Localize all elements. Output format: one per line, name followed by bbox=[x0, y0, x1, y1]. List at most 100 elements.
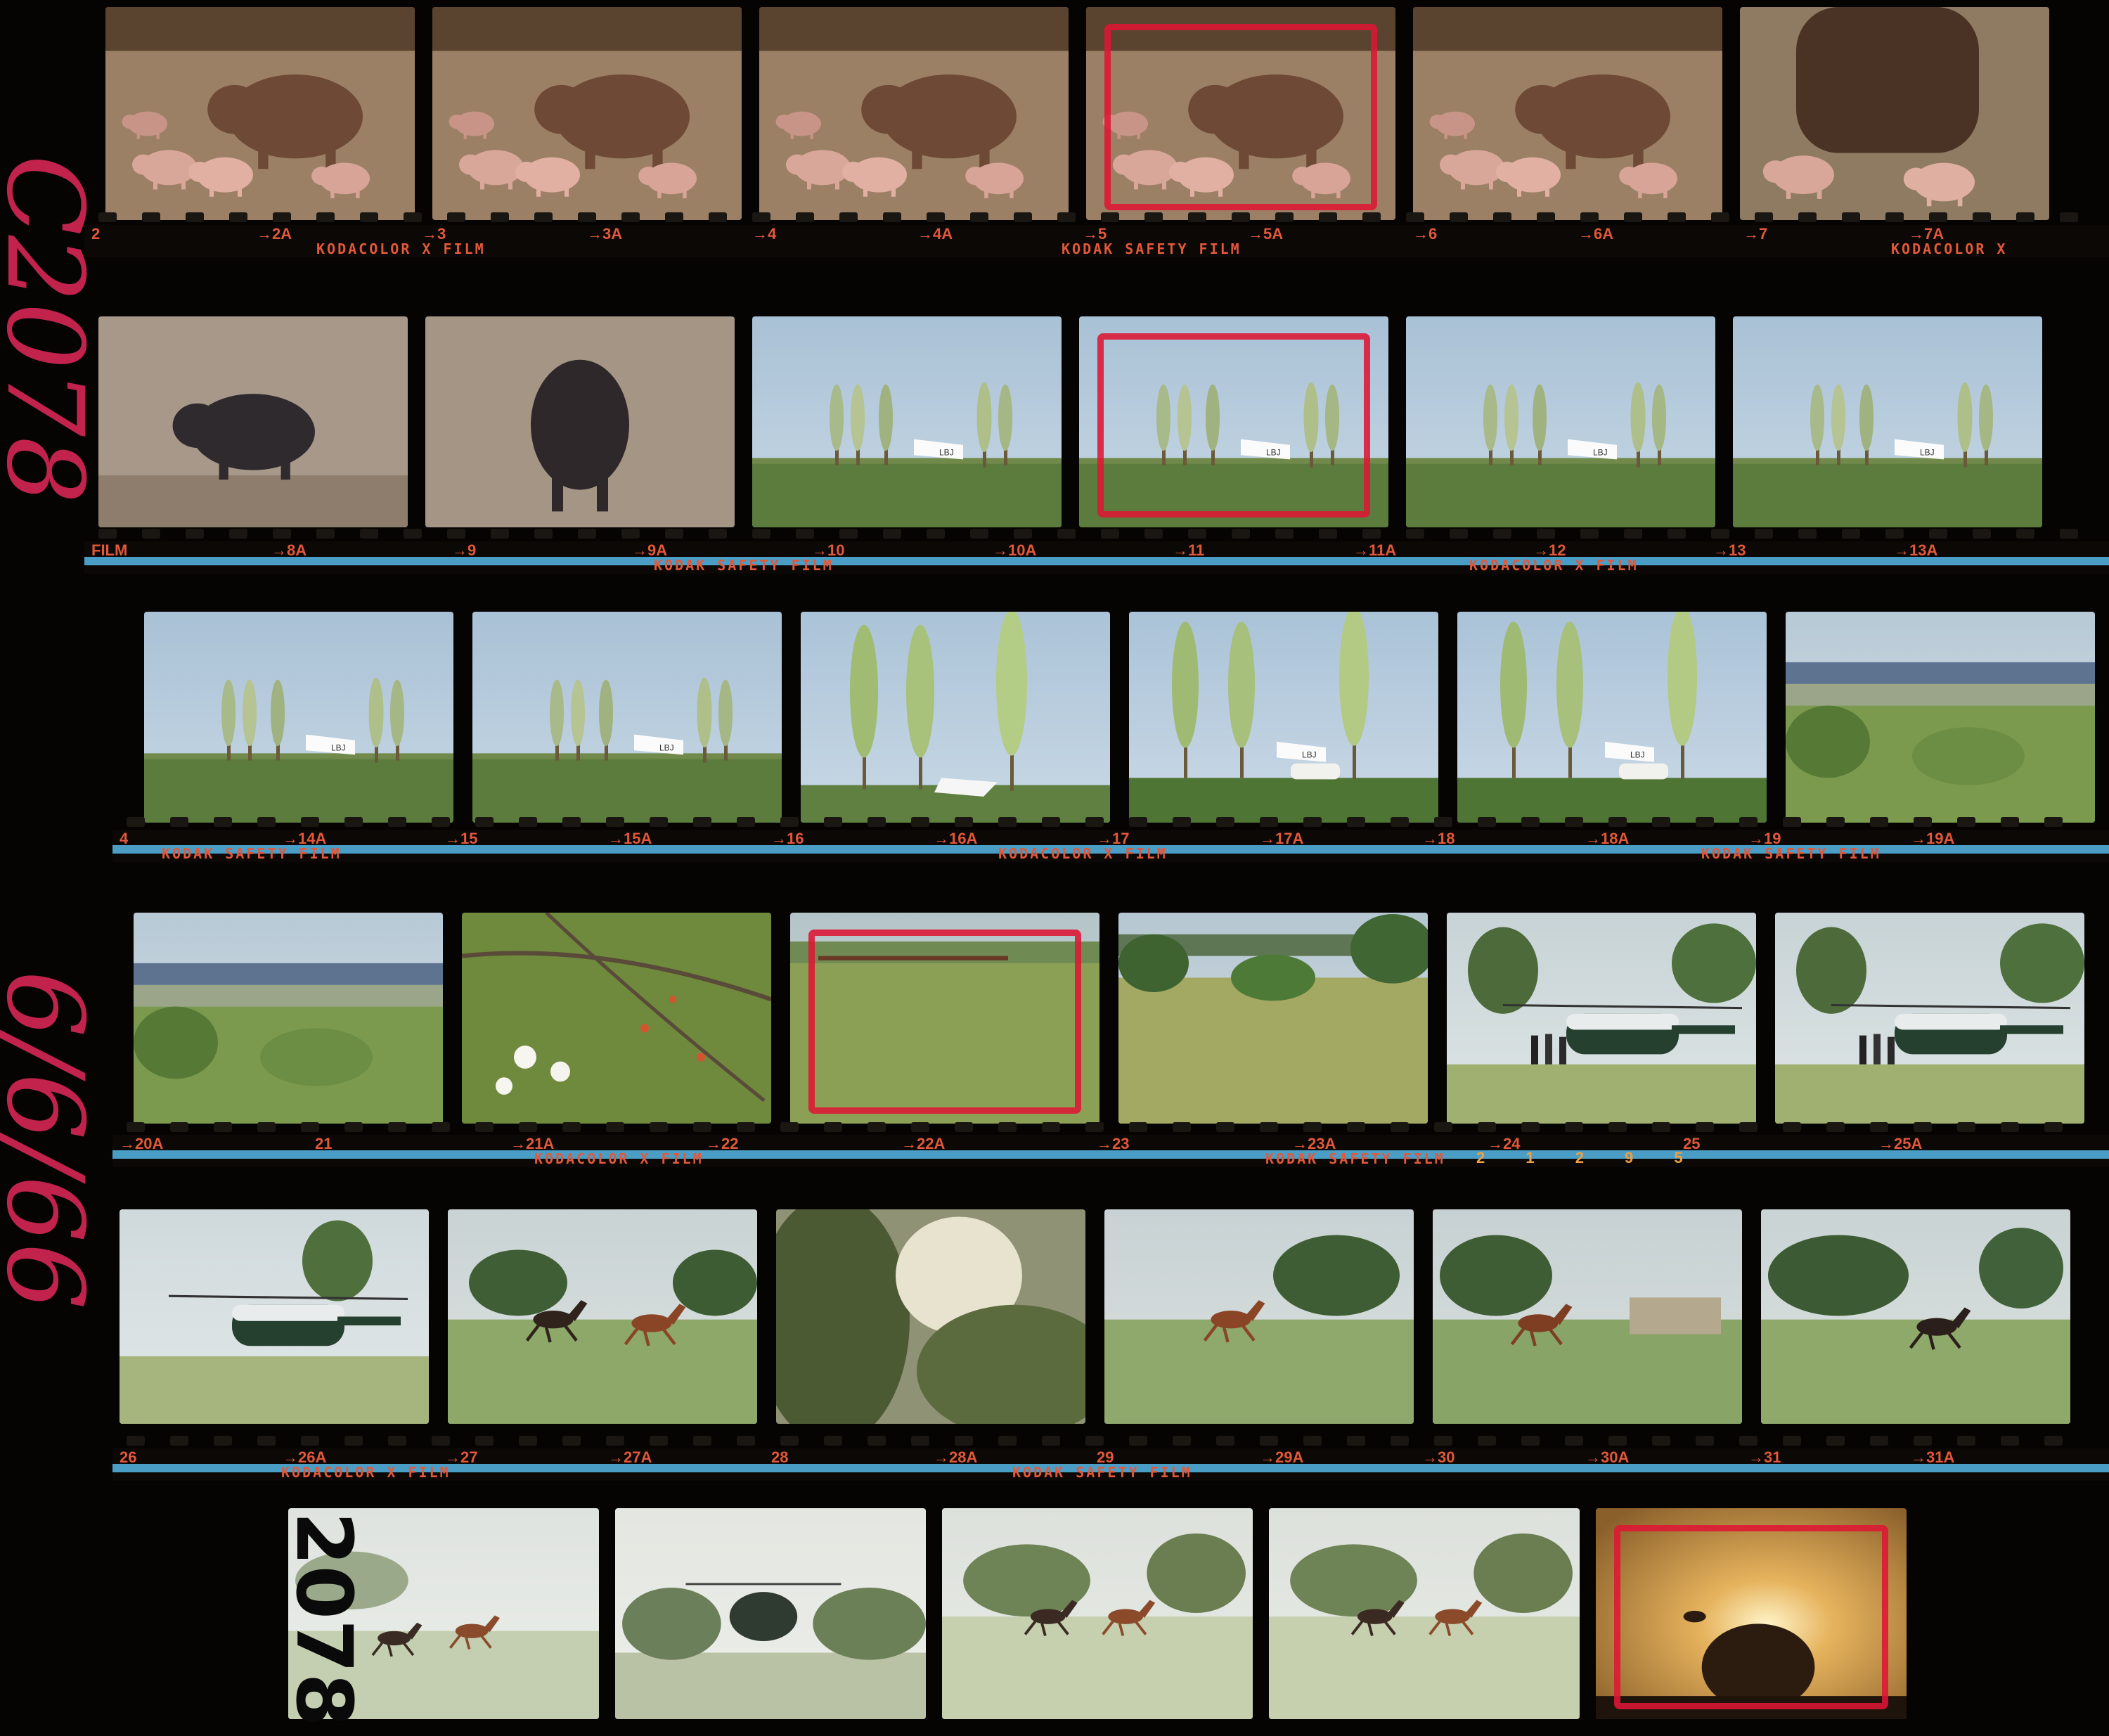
film-frame: LBJ bbox=[1406, 316, 1715, 527]
sprocket-hole bbox=[1755, 529, 1773, 539]
sprocket-hole bbox=[1885, 529, 1904, 539]
film-frame bbox=[1118, 913, 1428, 1124]
sprocket-hole bbox=[447, 212, 465, 222]
sprocket-hole bbox=[2016, 529, 2034, 539]
sprocket-hole bbox=[1260, 1122, 1278, 1132]
sprocket-hole bbox=[1842, 529, 1860, 539]
sprocket-hole bbox=[1668, 212, 1686, 222]
sprocket-hole bbox=[1303, 817, 1322, 827]
sprocket-hole bbox=[1870, 817, 1888, 827]
frame-image bbox=[776, 1209, 1085, 1424]
edge-frame-number: →22A bbox=[901, 1135, 946, 1152]
sprocket-hole bbox=[2001, 817, 2019, 827]
sprocket-hole bbox=[1798, 529, 1817, 539]
edge-film-label: KODAK SAFETY FILM bbox=[1701, 845, 1881, 862]
sprocket-hole bbox=[1042, 1122, 1060, 1132]
frame-image bbox=[1786, 612, 2095, 823]
sprocket-hole bbox=[1362, 212, 1381, 222]
sprocket-hole bbox=[301, 817, 319, 827]
sprocket-hole bbox=[316, 212, 335, 222]
frame-image bbox=[615, 1508, 926, 1719]
sprocket-hole bbox=[955, 817, 973, 827]
sprocket-hole bbox=[927, 529, 945, 539]
frame-image: LBJ bbox=[1457, 612, 1767, 823]
edge-frame-number: →18A bbox=[1585, 830, 1630, 847]
film-frame bbox=[942, 1508, 1253, 1719]
edge-frame-number: FILM bbox=[91, 541, 128, 559]
sprocket-hole bbox=[1085, 1436, 1104, 1446]
edge-frame-number: →15 bbox=[445, 830, 478, 847]
sprocket-hole bbox=[796, 529, 814, 539]
sprocket-hole bbox=[606, 817, 624, 827]
sprocket-hole bbox=[1739, 817, 1758, 827]
sprocket-hole bbox=[1406, 529, 1424, 539]
sprocket-hole bbox=[1624, 212, 1642, 222]
sprocket-hole bbox=[1608, 817, 1627, 827]
sprocket-hole bbox=[1260, 817, 1278, 827]
sprocket-hole bbox=[1057, 529, 1076, 539]
edge-film-label: KODAK SAFETY FILM bbox=[1012, 1464, 1192, 1481]
handwritten-date: 6/6/66 bbox=[0, 970, 105, 1310]
film-frame bbox=[105, 7, 415, 220]
sprocket-hole bbox=[360, 212, 378, 222]
sprocket-hole bbox=[1537, 212, 1555, 222]
frame-image bbox=[1740, 7, 2049, 220]
sprocket-hole bbox=[214, 1436, 232, 1446]
frame-image bbox=[120, 1209, 429, 1424]
sprocket-hole bbox=[578, 212, 596, 222]
sprocket-hole bbox=[1391, 817, 1409, 827]
film-frame: LBJ bbox=[1457, 612, 1767, 823]
sprocket-hole bbox=[1275, 212, 1294, 222]
edge-frame-number: 26 bbox=[120, 1448, 137, 1466]
sprocket-hole bbox=[1144, 529, 1163, 539]
sprocket-hole bbox=[709, 212, 727, 222]
sprocket-hole bbox=[998, 817, 1017, 827]
edge-film-label: KODAK SAFETY FILM bbox=[654, 557, 834, 574]
sprocket-hole bbox=[388, 1122, 406, 1132]
sprocket-hole bbox=[1391, 1122, 1409, 1132]
sprocket-hole bbox=[2044, 1436, 2063, 1446]
sprocket-hole bbox=[1188, 529, 1206, 539]
sprocket-hole bbox=[447, 529, 465, 539]
edge-frame-number: →20A bbox=[120, 1135, 164, 1152]
film-edge bbox=[84, 529, 2109, 574]
sprocket-hole bbox=[737, 1122, 755, 1132]
sprocket-hole bbox=[650, 1122, 668, 1132]
sprocket-hole bbox=[1188, 212, 1206, 222]
sprocket-hole bbox=[186, 212, 204, 222]
roll-number-stamp: 2078 bbox=[279, 1512, 369, 1728]
edge-frame-number: 21 bbox=[315, 1135, 333, 1152]
sprocket-hole bbox=[796, 212, 814, 222]
frame-image: LBJ bbox=[752, 316, 1062, 527]
sprocket-hole bbox=[1232, 212, 1250, 222]
edge-film-label: KODACOLOR X FILM bbox=[1469, 557, 1639, 574]
frame-image bbox=[1104, 1209, 1414, 1424]
sprocket-hole bbox=[1303, 1122, 1322, 1132]
sprocket-hole bbox=[562, 1122, 581, 1132]
sprocket-hole bbox=[998, 1122, 1017, 1132]
sprocket-hole bbox=[562, 1436, 581, 1446]
edge-frame-number: →30 bbox=[1422, 1448, 1455, 1466]
frame-image bbox=[425, 316, 735, 527]
sprocket-hole bbox=[998, 1436, 1017, 1446]
frame-image bbox=[1775, 913, 2084, 1124]
edge-film-label: KODACOLOR X FILM bbox=[316, 240, 486, 257]
sprocket-hole bbox=[257, 817, 276, 827]
sprocket-hole bbox=[665, 529, 683, 539]
contact-sheet: 2 →2A →3 →3A →4 →4A →5 →5A →6 →6A →7 →7A KODACOLOR X… bbox=[0, 0, 2109, 1736]
sprocket-hole bbox=[1493, 529, 1511, 539]
sprocket-hole bbox=[665, 212, 683, 222]
sprocket-hole bbox=[2060, 529, 2078, 539]
sprocket-hole bbox=[883, 529, 901, 539]
sprocket-hole bbox=[970, 212, 988, 222]
sprocket-hole bbox=[650, 817, 668, 827]
sprocket-hole bbox=[1870, 1122, 1888, 1132]
film-frame: LBJ bbox=[1079, 316, 1388, 527]
edge-film-label: KODACOLOR X FILM bbox=[281, 1464, 451, 1481]
edge-frame-number: →3A bbox=[587, 225, 623, 243]
sprocket-hole bbox=[1957, 1436, 1975, 1446]
sprocket-hole bbox=[1434, 1436, 1452, 1446]
frame-image bbox=[942, 1508, 1253, 1719]
sprocket-hole bbox=[1711, 529, 1729, 539]
frame-image bbox=[1761, 1209, 2070, 1424]
